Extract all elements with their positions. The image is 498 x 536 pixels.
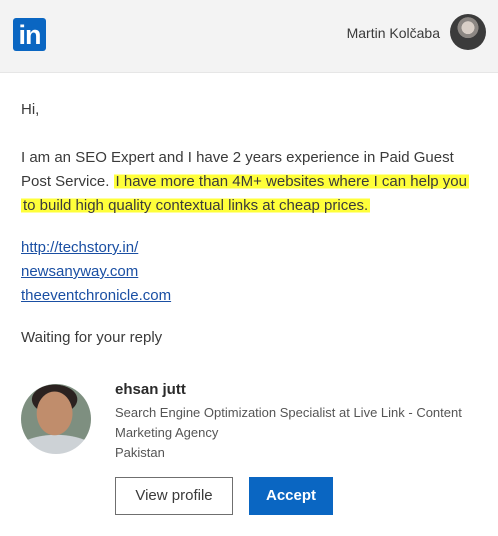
sender-location: Pakistan [115, 445, 165, 460]
message-paragraph: I am an SEO Expert and I have 2 years ex… [21, 146, 481, 218]
linkedin-logo-icon[interactable]: in [13, 18, 46, 51]
link-newsanyway[interactable]: newsanyway.com [21, 260, 481, 284]
message-body: Hi, I am an SEO Expert and I have 2 year… [21, 98, 481, 350]
email-header: in Martin Kolčaba [0, 0, 498, 73]
recipient-avatar[interactable] [450, 14, 486, 50]
recipient-name: Martin Kolčaba [346, 25, 440, 41]
sender-avatar[interactable] [21, 384, 91, 454]
view-profile-button[interactable]: View profile [115, 477, 233, 515]
sender-headline: Search Engine Optimization Specialist at… [115, 405, 462, 440]
link-list: http://techstory.in/ newsanyway.com thee… [21, 236, 481, 308]
link-theeventchronicle[interactable]: theeventchronicle.com [21, 284, 481, 308]
link-techstory[interactable]: http://techstory.in/ [21, 236, 481, 260]
greeting: Hi, [21, 101, 40, 118]
sender-name[interactable]: ehsan jutt [115, 381, 186, 398]
accept-button[interactable]: Accept [249, 477, 333, 515]
closing-line: Waiting for your reply [21, 329, 163, 346]
